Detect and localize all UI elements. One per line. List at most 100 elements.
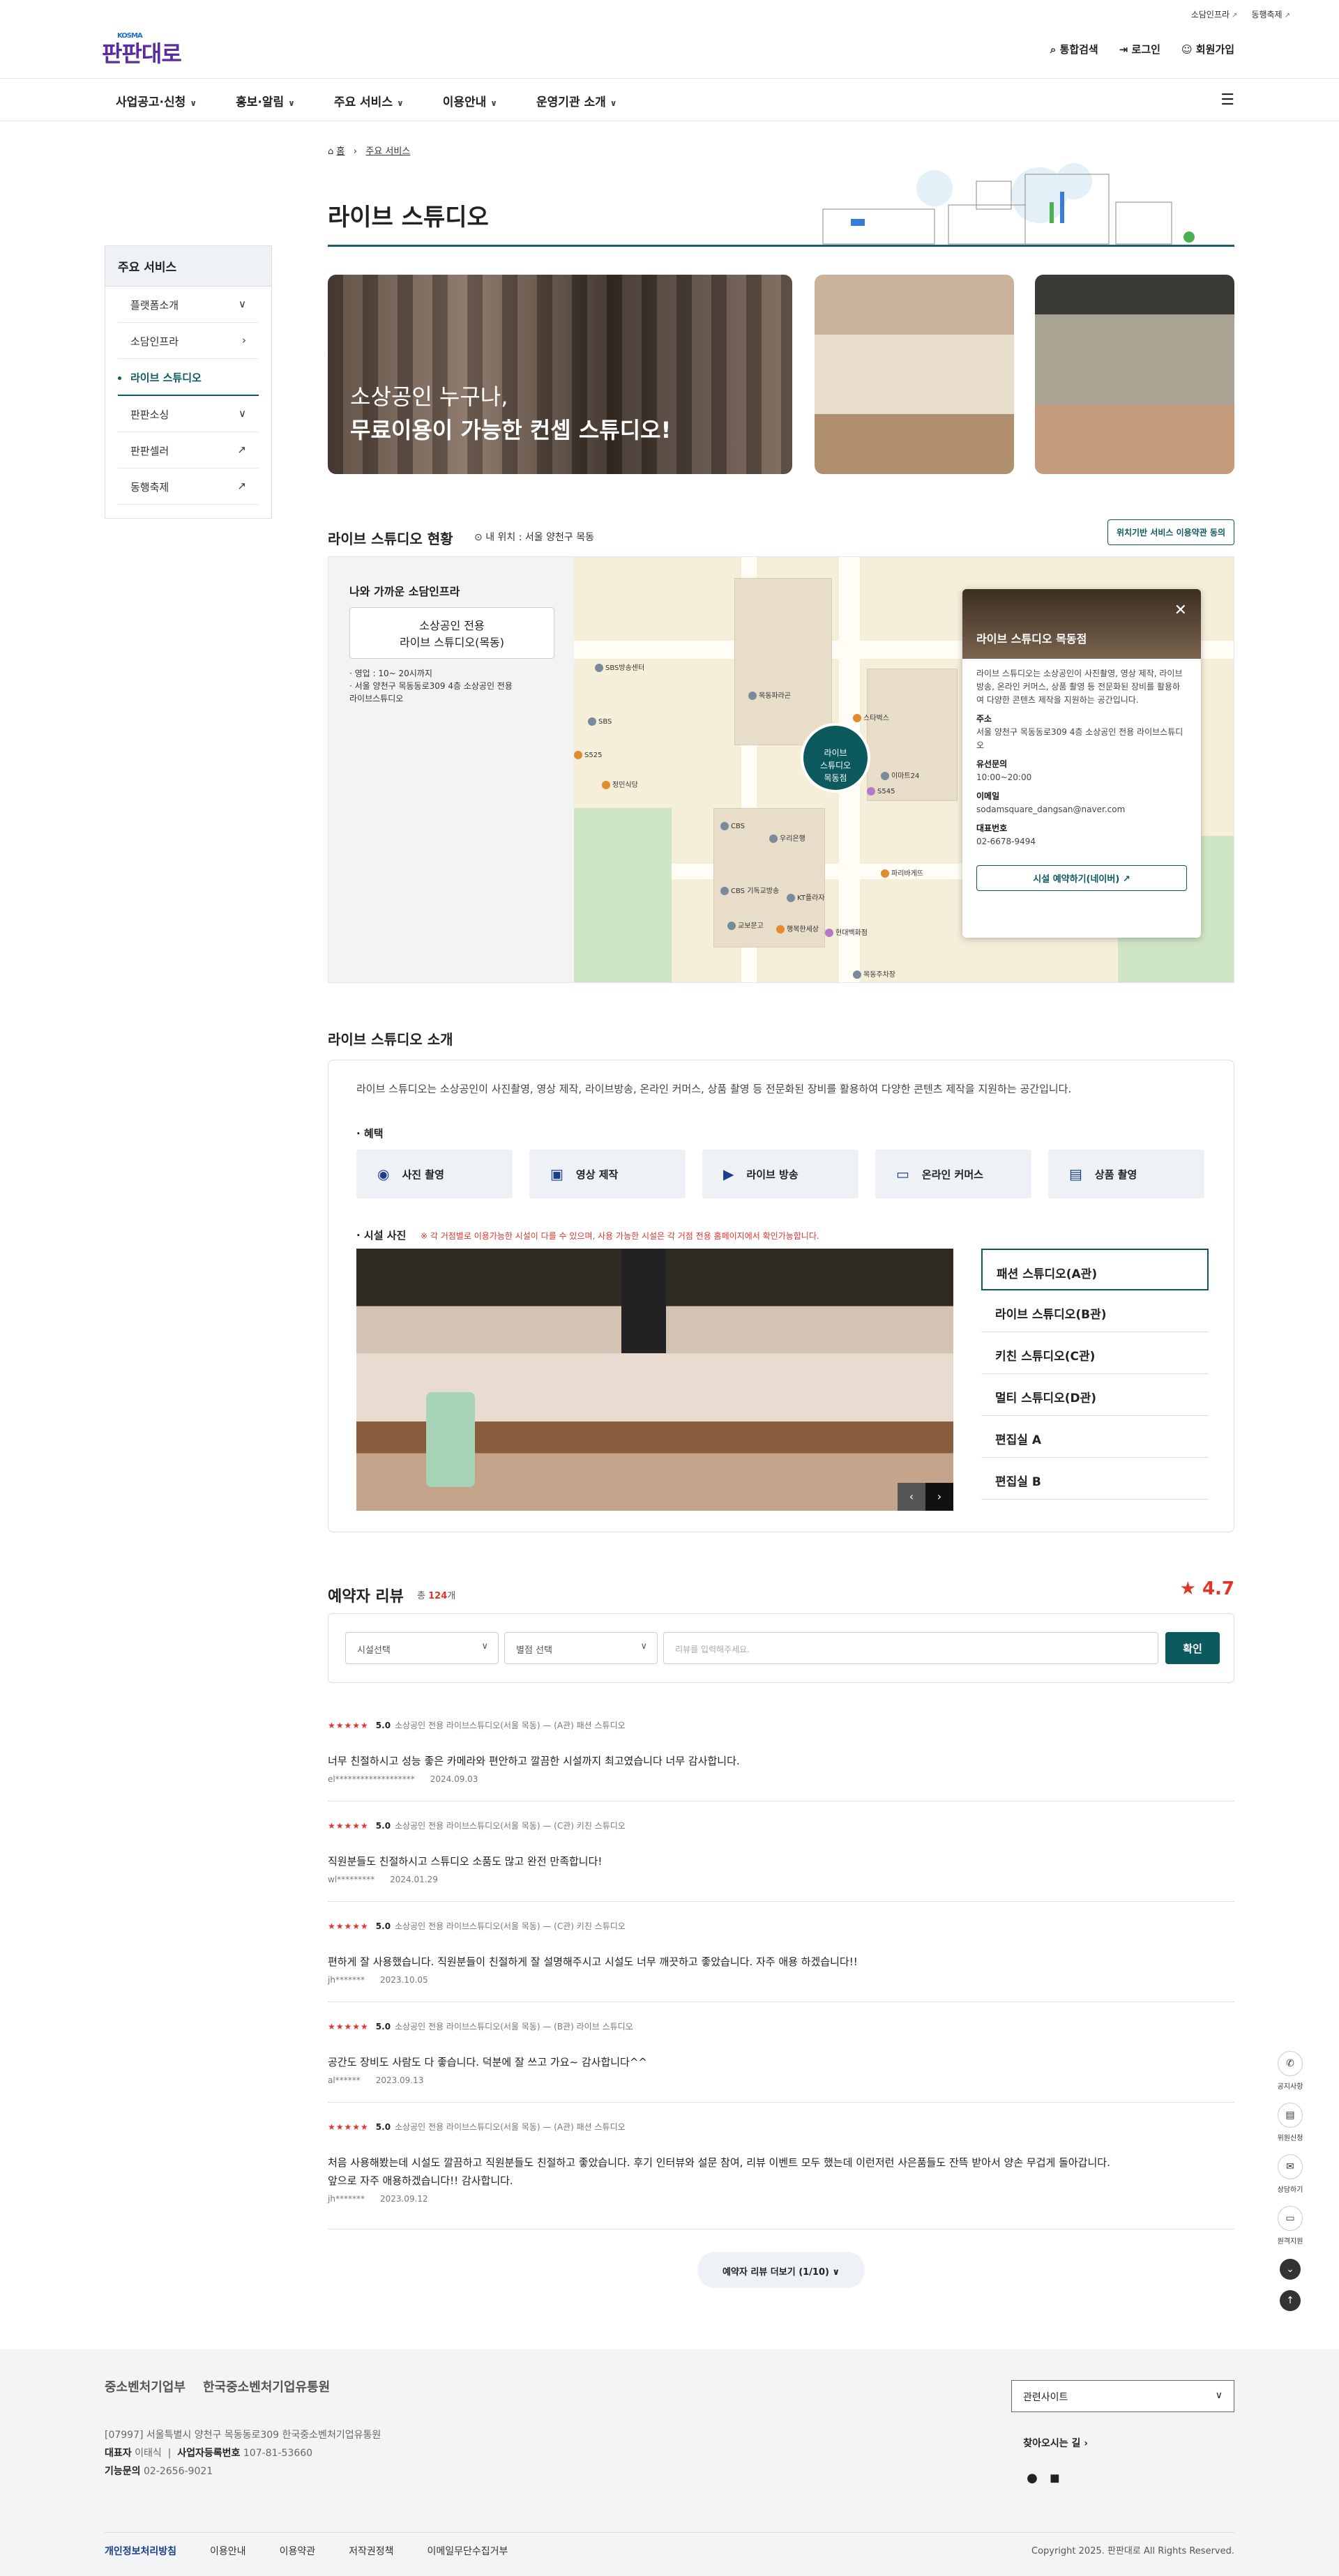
nearby-title: 나와 가까운 소담인프라 — [349, 585, 460, 598]
side-nav-item[interactable]: 동행축제 ↗ — [118, 468, 259, 505]
side-nav-item[interactable]: 소담인프라 › — [118, 323, 259, 359]
studio-thumbnail — [1035, 275, 1234, 474]
menu-icon[interactable]: ☰ — [1220, 91, 1234, 109]
map-poi[interactable]: SBS방송센터 — [595, 662, 644, 672]
footer-link[interactable]: 이용안내 — [210, 2544, 246, 2558]
map-poi[interactable]: CBS 기독교방송 — [720, 885, 779, 895]
review-item: ★★★★★ 5.0 소상공인 전용 라이브스튜디오(서울 목동) — (B관) 라이… — [328, 2020, 1234, 2103]
facebook-icon[interactable]: ● — [1027, 2471, 1038, 2485]
map-poi[interactable]: KT플라자 — [787, 892, 825, 902]
load-more-button[interactable]: 예약자 리뷰 더보기 (1/10) ∨ — [697, 2252, 865, 2288]
map-poi[interactable]: 정민식당 — [602, 779, 638, 789]
chevron-left-icon[interactable]: ‹ — [898, 1483, 925, 1511]
rating-select[interactable]: 별점 선택 ∨ — [504, 1632, 658, 1664]
signup-button[interactable]: ☺ 회원가입 — [1181, 42, 1234, 56]
scroll-down-button[interactable]: ⌄ — [1276, 2259, 1304, 2284]
breadcrumb-home[interactable]: 홈 — [336, 146, 345, 157]
footer-link[interactable]: 개인정보처리방침 — [105, 2544, 176, 2558]
footer-logos: 중소벤처기업부 한국중소벤처기업유통원 — [105, 2377, 330, 2395]
global-nav: 사업공고·신청 ∨ 홍보·알림 ∨ 주요 서비스 ∨ 이용안내 ∨ 운영기관 소개 ∨ ☰ — [0, 78, 1339, 121]
gnb-item[interactable]: 이용안내 ∨ — [443, 92, 497, 109]
map-poi[interactable]: 스타벅스 — [853, 712, 889, 722]
monitor-icon: ▭ — [1278, 2206, 1303, 2231]
footer: 중소벤처기업부 한국중소벤처기업유통원 [07997] 서울특별시 양천구 목동… — [0, 2349, 1339, 2576]
map-poi[interactable]: 교보문고 — [727, 920, 764, 930]
utility-bar: 소담인프라 ↗ 동행축제 ↗ — [1191, 4, 1290, 24]
chevron-right-icon[interactable]: › — [925, 1483, 953, 1511]
gnb-item[interactable]: 주요 서비스 ∨ — [334, 92, 404, 109]
map-poi[interactable]: CBS — [720, 822, 745, 830]
room-tab[interactable]: 키친 스튜디오(C관) — [981, 1332, 1209, 1374]
gnb-item[interactable]: 사업공고·신청 ∨ — [116, 92, 197, 109]
util-link-sodam[interactable]: 소담인프라 ↗ — [1191, 8, 1238, 20]
map-poi[interactable]: 행복한세상 — [776, 923, 819, 933]
facility-select[interactable]: 시설선택 ∨ — [345, 1632, 499, 1664]
map-poi[interactable]: 현대백화점 — [825, 927, 868, 937]
quick-chat[interactable]: ✉ 상담하기 — [1276, 2154, 1304, 2194]
side-nav: 주요 서비스 플랫폼소개 ∨ 소담인프라 › 라이브 스튜디오 판판소싱 ∨ 판판셀러… — [105, 245, 272, 519]
chevron-right-icon: › — [242, 334, 246, 346]
kakao-icon[interactable]: ◼ — [1050, 2471, 1060, 2485]
my-location: ⊙ 내 위치 : 서울 양천구 목동 — [474, 532, 594, 543]
scroll-top-button[interactable]: ↑ — [1276, 2290, 1304, 2315]
search-button[interactable]: ⌕ 통합검색 — [1050, 42, 1098, 56]
footer-link[interactable]: 저작권정책 — [349, 2544, 393, 2558]
room-tab[interactable]: 편집실 A — [981, 1416, 1209, 1458]
external-link-icon: ↗ — [237, 443, 246, 456]
map-poi[interactable]: 이마트24 — [881, 770, 919, 780]
chevron-down-icon: ∨ — [239, 298, 246, 310]
quick-apply[interactable]: ▤ 위원신청 — [1276, 2103, 1304, 2142]
site-logo[interactable]: KOSMA 판판대로 — [102, 32, 182, 68]
footer-address: [07997] 서울특별시 양천구 목동동로309 한국중소벤처기업유통원 대표… — [105, 2430, 381, 2477]
studio-marker[interactable]: 라이브 스튜디오 목동점 — [801, 723, 870, 793]
chat-icon: ✉ — [1278, 2154, 1303, 2179]
gnb-item[interactable]: 홍보·알림 ∨ — [236, 92, 295, 109]
map-poi[interactable]: SBS — [588, 717, 612, 726]
related-sites-select[interactable]: 관련사이트 ∨ — [1011, 2380, 1234, 2412]
confirm-button[interactable]: 확인 — [1165, 1632, 1220, 1664]
footer-link[interactable]: 이용약관 — [280, 2544, 316, 2558]
map-poi[interactable]: 우리은행 — [769, 832, 805, 843]
map-poi[interactable]: 목동주차장 — [853, 968, 895, 979]
close-icon[interactable]: ✕ — [1174, 602, 1187, 619]
external-link-icon: ↗ — [1232, 11, 1238, 20]
gnb-item[interactable]: 운영기관 소개 ∨ — [536, 92, 617, 109]
quick-notice[interactable]: ✆ 공지사항 — [1276, 2051, 1304, 2091]
side-nav-item[interactable]: 판판셀러 ↗ — [118, 432, 259, 468]
footer-link[interactable]: 이메일무단수집거부 — [428, 2544, 508, 2558]
review-input[interactable]: 리뷰를 입력해주세요. — [663, 1632, 1158, 1664]
studio-popup: 라이브 스튜디오 목동점 ✕ 라이브 스튜디오는 소상공인이 사진촬영, 영상 제… — [962, 589, 1201, 938]
photo-label: · 시설 사진 — [356, 1229, 407, 1242]
map-poi[interactable]: 파리바게뜨 — [881, 867, 923, 878]
side-nav-item-active[interactable]: 라이브 스튜디오 — [118, 359, 259, 396]
header-illustration — [822, 163, 1195, 245]
map-poi[interactable]: S545 — [867, 787, 895, 795]
room-tab[interactable]: 라이브 스튜디오(B관) — [981, 1290, 1209, 1332]
side-nav-item[interactable]: 판판소싱 ∨ — [118, 396, 259, 432]
laptop-icon: ▭ — [896, 1166, 909, 1182]
play-icon: ▶ — [723, 1166, 734, 1182]
hero-line2: 무료이용이 가능한 컨셉 스튜디오! — [350, 417, 672, 443]
sns-links: ● ◼ — [1027, 2471, 1060, 2485]
side-nav-item[interactable]: 플랫폼소개 ∨ — [118, 287, 259, 323]
quick-remote[interactable]: ▭ 원격지원 — [1276, 2206, 1304, 2246]
location-agree-button[interactable]: 위치기반 서비스 이용약관 동의 — [1107, 519, 1234, 545]
review-item: ★★★★★ 5.0 소상공인 전용 라이브스튜디오(서울 목동) — (C관) 키친… — [328, 1820, 1234, 1902]
breadcrumb-current[interactable]: 주요 서비스 — [365, 146, 410, 157]
external-link-icon: ↗ — [237, 480, 246, 492]
map-poi[interactable]: 목동파라곤 — [748, 689, 791, 700]
util-link-festival[interactable]: 동행축제 ↗ — [1251, 8, 1290, 20]
map-poi[interactable]: S525 — [574, 751, 602, 759]
hero-banner: 소상공인 누구나, 무료이용이 가능한 컨셉 스튜디오! — [328, 275, 792, 474]
login-button[interactable]: ⇥ 로그인 — [1119, 42, 1160, 56]
room-tab[interactable]: 편집실 B — [981, 1458, 1209, 1500]
search-icon: ⌕ — [1050, 43, 1060, 56]
chevron-down-icon: ∨ — [832, 2267, 840, 2278]
facility-note: ※ 각 거점별로 이용가능한 시설이 다를 수 있으며, 사용 가능한 시설은 … — [421, 1231, 819, 1241]
nearby-card[interactable]: 소상공인 전용 라이브 스튜디오(목동) — [349, 607, 554, 659]
reserve-button[interactable]: 시설 예약하기(네이버) ↗ — [976, 865, 1187, 891]
directions-link[interactable]: 찾아오시는 길 › — [1023, 2436, 1088, 2450]
hero-line1: 소상공인 누구나, — [350, 383, 508, 410]
room-tab-active[interactable]: 패션 스튜디오(A관) — [981, 1249, 1209, 1290]
room-tab[interactable]: 멀티 스튜디오(D관) — [981, 1374, 1209, 1416]
